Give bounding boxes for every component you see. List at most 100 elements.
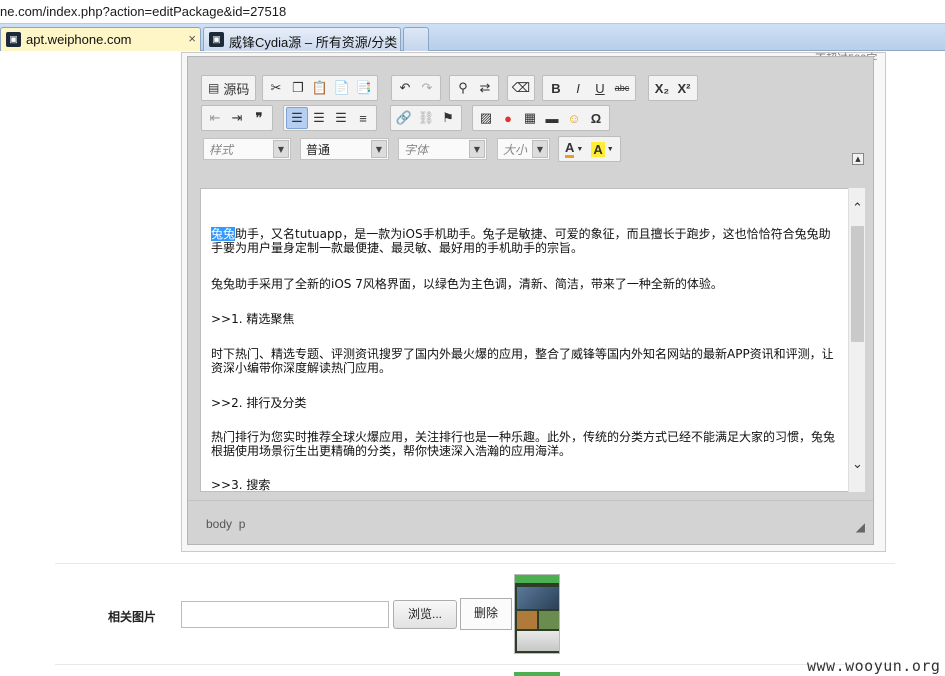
- tab-bar: ▣ apt.weiphone.com × ▣ 威锋Cydia源 – 所有资源/分…: [0, 24, 945, 51]
- underline-button[interactable]: U: [589, 77, 611, 99]
- toolbar-group-align: ☰ ☰ ☰ ≡: [283, 105, 377, 131]
- size-select[interactable]: 大小 ▼: [497, 138, 550, 160]
- toolbar-group-clipboard: ✂ ❐ 📋 📄 📑: [262, 75, 378, 101]
- scrollbar-thumb[interactable]: [851, 226, 864, 342]
- align-justify-icon: ≡: [359, 110, 367, 126]
- unlink-icon: ⛓: [417, 110, 435, 125]
- weiphone-favicon-icon: ▣: [209, 32, 224, 47]
- selected-text: 兔兔: [211, 227, 236, 241]
- paste-text-button[interactable]: 📄: [331, 77, 353, 99]
- align-left-button[interactable]: ☰: [286, 107, 308, 129]
- element-path[interactable]: body p: [206, 517, 245, 531]
- subscript-icon: X₂: [654, 80, 670, 96]
- url-text[interactable]: ne.com/index.php?action=editPackage&id=2…: [0, 4, 286, 19]
- triangle-up-icon: ▲: [855, 155, 861, 163]
- strikethrough-button[interactable]: abc: [611, 77, 633, 99]
- blockquote-button[interactable]: ❞: [248, 107, 270, 129]
- toolbar-group-links: 🔗 ⛓ ⚑: [390, 105, 462, 131]
- tab-cydia-source[interactable]: ▣ 威锋Cydia源 – 所有资源/分类...: [203, 27, 401, 51]
- content-scrollbar[interactable]: ⌃ ⌄: [848, 188, 865, 492]
- find-button[interactable]: ⚲: [452, 77, 474, 99]
- tab-apt-weiphone[interactable]: ▣ apt.weiphone.com ×: [0, 27, 201, 51]
- format-select[interactable]: 普通 ▼: [300, 138, 389, 160]
- align-left-icon: ☰: [291, 110, 303, 125]
- scissors-icon: ✂: [270, 80, 282, 95]
- content-paragraph: >>1. 精选聚焦: [211, 312, 295, 326]
- weiphone-favicon-icon: ▣: [6, 32, 21, 47]
- superscript-icon: X²: [677, 80, 691, 96]
- subscript-button[interactable]: X₂: [651, 77, 673, 99]
- resize-handle-icon[interactable]: ◢: [856, 520, 865, 534]
- smiley-button[interactable]: ☺: [563, 107, 585, 129]
- toolbar-collapse-button[interactable]: ▲: [852, 153, 864, 165]
- bold-button[interactable]: B: [545, 77, 567, 99]
- indent-button[interactable]: ⇥: [226, 107, 248, 129]
- align-center-button[interactable]: ☰: [308, 107, 330, 129]
- bg-color-icon: A: [591, 141, 605, 157]
- remove-format-button[interactable]: ⌫: [510, 77, 532, 99]
- smiley-icon: ☺: [567, 110, 581, 126]
- chevron-down-icon: ▼: [469, 140, 485, 158]
- size-select-value: 大小: [503, 142, 528, 157]
- undo-icon: ↶: [399, 80, 411, 95]
- browse-button[interactable]: 浏览...: [393, 600, 457, 629]
- address-bar[interactable]: ne.com/index.php?action=editPackage&id=2…: [0, 0, 945, 24]
- image-file-input[interactable]: [181, 601, 389, 628]
- replace-icon: ⇄: [479, 80, 491, 95]
- paste-word-icon: 📑: [355, 80, 373, 95]
- undo-button[interactable]: ↶: [394, 77, 416, 99]
- app-screenshot-thumbnail[interactable]: [514, 574, 560, 654]
- copy-button[interactable]: ❐: [287, 77, 309, 99]
- toolbar-group-colors: A ▼ A ▼: [558, 136, 621, 162]
- outdent-button[interactable]: ⇤: [204, 107, 226, 129]
- content-paragraph: 热门排行为您实时推荐全球火爆应用，关注排行也是一种乐趣。此外，传统的分类方式已经…: [211, 430, 836, 458]
- font-select[interactable]: 字体 ▼: [398, 138, 487, 160]
- superscript-button[interactable]: X²: [673, 77, 695, 99]
- close-icon[interactable]: ×: [188, 31, 196, 46]
- redo-button[interactable]: ↷: [416, 77, 438, 99]
- paragraph-text: 助手，又名tutuapp，是一款为iOS手机助手。兔子是敏捷、可爱的象征，而且擅…: [211, 227, 831, 255]
- scroll-down-icon[interactable]: ⌄: [851, 458, 864, 472]
- flash-button[interactable]: ●: [497, 107, 519, 129]
- image-icon: ▨: [479, 110, 493, 125]
- toolbar-group-find: ⚲ ⇄: [449, 75, 499, 101]
- toolbar-group-eraser: ⌫: [507, 75, 535, 101]
- new-tab-button[interactable]: [403, 27, 429, 51]
- toolbar-group-lists: ⇤ ⇥ ❞: [201, 105, 273, 131]
- unlink-button[interactable]: ⛓: [415, 107, 437, 129]
- link-icon: 🔗: [395, 110, 413, 125]
- scroll-up-icon[interactable]: ⌃: [851, 202, 864, 216]
- paste-button[interactable]: 📋: [309, 77, 331, 99]
- content-paragraph: 时下热门、精选专题、评测资讯搜罗了国内外最火爆的应用，整合了威锋等国内外知名网站…: [211, 347, 834, 375]
- font-select-value: 字体: [404, 142, 429, 157]
- text-color-button[interactable]: A ▼: [561, 138, 587, 160]
- link-button[interactable]: 🔗: [393, 107, 415, 129]
- italic-button[interactable]: I: [567, 77, 589, 99]
- binoculars-icon: ⚲: [458, 80, 468, 95]
- align-right-button[interactable]: ☰: [330, 107, 352, 129]
- replace-button[interactable]: ⇄: [474, 77, 496, 99]
- delete-button[interactable]: 删除: [460, 598, 512, 630]
- horizontal-rule-button[interactable]: ▬: [541, 107, 563, 129]
- content-paragraph: 兔兔助手采用了全新的iOS 7风格界面，以绿色为主色调，清新、简洁，带来了一种全…: [211, 277, 723, 291]
- special-char-button[interactable]: Ω: [585, 107, 607, 129]
- document-icon: ▤: [208, 81, 220, 95]
- format-select-value: 普通: [306, 142, 331, 157]
- paste-word-button[interactable]: 📑: [353, 77, 375, 99]
- strike-icon: abc: [614, 83, 630, 93]
- chevron-down-icon: ▼: [532, 140, 548, 158]
- table-button[interactable]: ▦: [519, 107, 541, 129]
- redo-icon: ↷: [421, 80, 433, 95]
- anchor-button[interactable]: ⚑: [437, 107, 459, 129]
- align-center-icon: ☰: [313, 110, 325, 125]
- align-right-icon: ☰: [335, 110, 347, 125]
- cut-button[interactable]: ✂: [265, 77, 287, 99]
- divider: [55, 664, 895, 665]
- source-button[interactable]: ▤ 源码: [204, 77, 253, 99]
- bg-color-button[interactable]: A ▼: [587, 138, 617, 160]
- italic-icon: I: [576, 80, 580, 96]
- style-select[interactable]: 样式 ▼: [203, 138, 291, 160]
- editor-content-area[interactable]: 兔兔助手，又名tutuapp，是一款为iOS手机助手。兔子是敏捷、可爱的象征，而…: [200, 188, 850, 492]
- align-justify-button[interactable]: ≡: [352, 107, 374, 129]
- image-button[interactable]: ▨: [475, 107, 497, 129]
